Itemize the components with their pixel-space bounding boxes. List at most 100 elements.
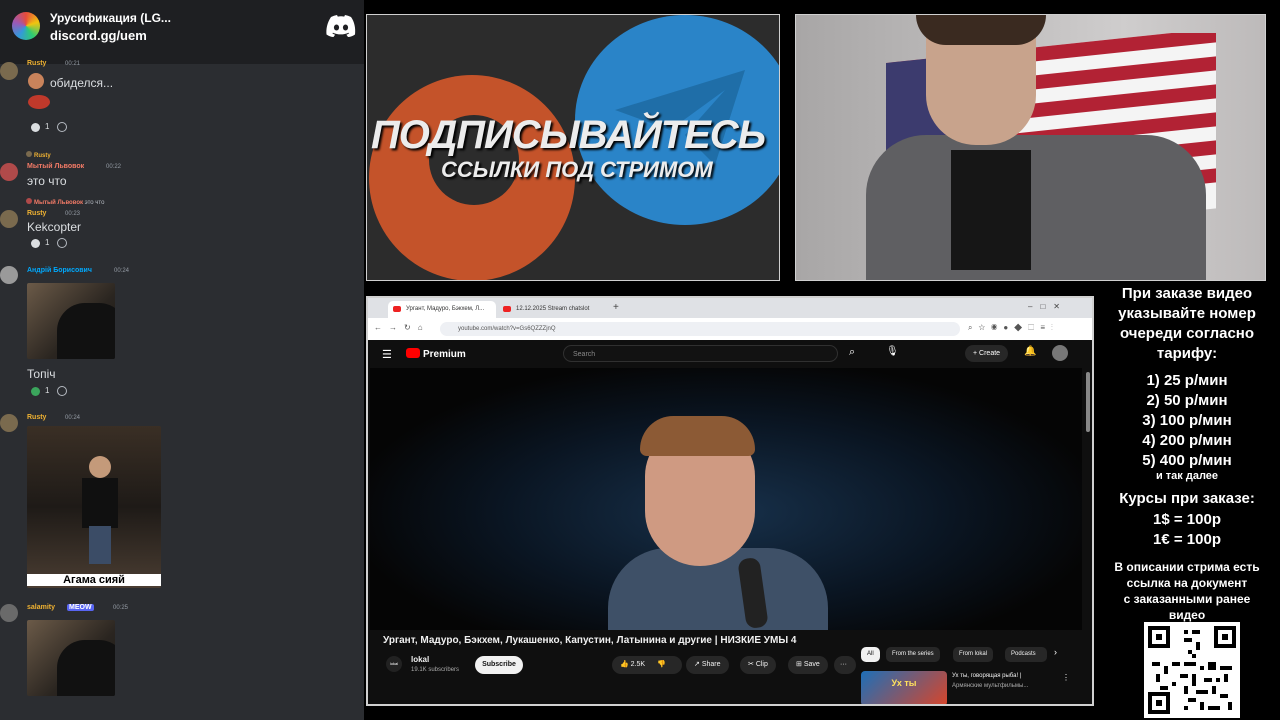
reaction[interactable]: 1 (31, 238, 68, 248)
rates-heading: Курсы при заказе: (1119, 490, 1255, 507)
reply-reference[interactable]: Rusty (26, 151, 51, 159)
channel-name[interactable]: lokal (411, 655, 429, 664)
doc-notice-line: ссылка на документ (1126, 576, 1248, 590)
share-button[interactable]: ↗ Share (686, 656, 729, 674)
qr-code-image[interactable] (1144, 622, 1240, 718)
reaction[interactable]: 1 (31, 122, 68, 132)
add-reaction-icon[interactable] (57, 238, 68, 248)
new-tab-button[interactable]: + (613, 302, 619, 313)
speaker-hair (640, 416, 755, 456)
tariff-item: 1) 25 р/мин (1146, 372, 1228, 389)
chip-all[interactable]: All (861, 647, 880, 662)
message-text: обиделся... (50, 76, 114, 90)
message-author[interactable]: salamity (27, 604, 55, 611)
doc-notice: В описании стрима есть ссылка на докумен… (1094, 559, 1280, 623)
extension-icons[interactable]: ⌕☆◉●◆⬚≡⋮ (968, 323, 1059, 333)
image-content (57, 640, 115, 696)
reply-reference[interactable]: Мытый Львовок это что (26, 198, 104, 206)
clip-label: Clip (755, 661, 768, 668)
chip-podcasts[interactable]: Podcasts (1005, 647, 1047, 662)
search-input[interactable]: Search (563, 345, 838, 362)
rates-list: 1$ = 100р 1€ = 100р (1094, 510, 1280, 550)
add-reaction-icon[interactable] (57, 122, 68, 132)
chip-from-lokal[interactable]: From lokal (953, 647, 994, 662)
reply-avatar (26, 198, 32, 204)
microphone-icon[interactable]: 🎙 (886, 346, 899, 357)
message-text: Kekcopter (27, 220, 82, 234)
recommendation-subtitle: Армянские мультфильмы... (952, 683, 1029, 689)
reaction-count: 1 (45, 122, 50, 132)
gif-attachment[interactable]: Агама сияй (27, 426, 161, 588)
browser-tab[interactable]: 12.12.2025 Stream chatslot (498, 301, 608, 318)
more-actions-button[interactable]: ··· (834, 656, 856, 674)
chip-from-series[interactable]: From the series (886, 647, 940, 662)
save-button[interactable]: ⊞ Save (788, 656, 828, 674)
discord-chat-overlay: Урусификация (LG... discord.gg/uem Rusty… (0, 0, 364, 720)
video-player[interactable] (370, 368, 1082, 630)
scrollbar-thumb[interactable] (1086, 372, 1090, 432)
gif-caption: Агама сияй (27, 574, 161, 586)
video-title: Ургант, Мадуро, Бэкхем, Лукашенко, Капус… (383, 635, 797, 646)
message-timestamp: 00:24 (65, 415, 81, 421)
reaction-emoji-icon (31, 386, 40, 396)
clip-button[interactable]: ✂ Clip (740, 656, 776, 674)
emoji-face-icon (28, 73, 44, 89)
person-undershirt (951, 150, 1031, 270)
image-content (57, 303, 115, 359)
server-invite[interactable]: discord.gg/uem (50, 28, 147, 43)
order-heading-line: При заказе видео (1121, 285, 1253, 302)
search-icon[interactable]: ⌕ (849, 346, 855, 359)
recommendation-title[interactable]: Ух ты, говорящая рыба! | (952, 673, 1021, 679)
doc-notice-line: с заказанными ранее (1123, 592, 1251, 606)
subscribe-button[interactable]: Subscribe (475, 656, 523, 674)
rate-item: 1€ = 100р (1153, 531, 1221, 548)
gif-figure-body (82, 478, 118, 528)
chevron-right-icon[interactable]: › (1054, 647, 1057, 657)
reaction[interactable]: 1 (31, 386, 68, 396)
browser-window: Ургант, Мадуро, Бэкхем, Л... 12.12.2025 … (366, 296, 1094, 706)
browser-tab-active[interactable]: Ургант, Мадуро, Бэкхем, Л... (388, 301, 496, 318)
account-avatar[interactable] (1052, 345, 1068, 361)
person-shirt (866, 135, 1206, 280)
reply-author: Мытый Львовок (34, 200, 83, 206)
channel-avatar[interactable]: lokal (386, 656, 402, 672)
menu-icon[interactable]: ☰ (382, 348, 392, 361)
message-author[interactable]: Андрій Борисович (27, 267, 92, 274)
recommendation-thumbnail[interactable]: Ух ты (861, 671, 947, 704)
rate-item: 1$ = 100р (1153, 511, 1221, 528)
image-attachment[interactable] (27, 620, 115, 696)
create-button[interactable]: + Create (965, 345, 1009, 362)
discord-logo-icon (326, 15, 356, 37)
image-attachment[interactable] (27, 283, 115, 359)
like-button[interactable]: 👍 2.5K 👎 (612, 656, 682, 674)
window-controls[interactable]: –□✕ (1028, 302, 1068, 311)
order-heading: При заказе видео указывайте номер очеред… (1094, 284, 1280, 364)
sticker-icon (28, 95, 50, 109)
message-timestamp: 00:25 (113, 605, 129, 611)
avatar (0, 210, 18, 228)
message-author[interactable]: Rusty (27, 60, 46, 67)
save-label: Save (803, 661, 820, 668)
chat-header: Урусификация (LG... discord.gg/uem (0, 0, 364, 64)
share-label: Share (701, 661, 721, 668)
dislike-icon[interactable]: 👎 (657, 661, 666, 668)
like-count: 2.5K (630, 661, 646, 668)
person-hair (916, 15, 1046, 45)
message-author[interactable]: Rusty (27, 414, 46, 421)
recommendation-menu-icon[interactable]: ⋮ (1062, 673, 1070, 682)
youtube-logo[interactable]: Premium (406, 348, 466, 360)
tariff-item: 2) 50 р/мин (1146, 392, 1228, 409)
message-timestamp: 00:22 (106, 164, 122, 170)
order-heading-line: тарифу: (1156, 345, 1218, 362)
message-author[interactable]: Rusty (27, 210, 46, 217)
tariff-item: 4) 200 р/мин (1142, 432, 1232, 449)
avatar (0, 604, 18, 622)
reply-text: это что (84, 200, 105, 206)
nav-buttons[interactable]: ←→↻⌂ (374, 323, 430, 332)
address-bar[interactable]: youtube.com/watch?v=Gs6QZZZjnQ (440, 322, 960, 336)
tariff-item: 3) 100 р/мин (1142, 412, 1232, 429)
message-author[interactable]: Мытый Львовок (27, 163, 84, 170)
reaction-count: 1 (45, 386, 50, 396)
notifications-icon[interactable]: 🔔 (1024, 346, 1036, 357)
add-reaction-icon[interactable] (57, 386, 68, 396)
